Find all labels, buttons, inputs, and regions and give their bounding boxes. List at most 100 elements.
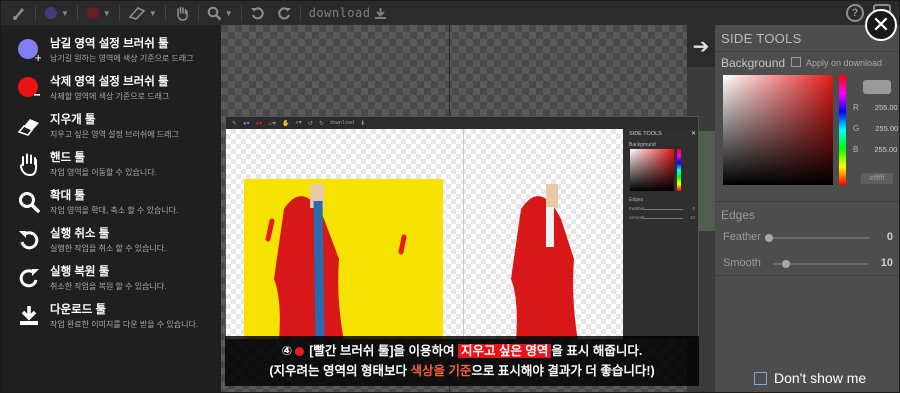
undo-button[interactable]	[244, 1, 271, 25]
undo-icon: ↺	[307, 120, 313, 127]
app-window: ▼ ▼ ▼ ▼ download ? 남길 영역 설정 브러쉬 툴 남기길 원하…	[0, 0, 900, 393]
caption-highlight: 색상을 기준	[410, 364, 472, 378]
eraser-icon: ▱▾	[268, 120, 276, 127]
close-icon: ✕	[690, 131, 696, 137]
help-title: 삭제 영역 설정 브러쉬 툴	[50, 76, 169, 88]
side-panel-toggle-button[interactable]: ➔	[687, 25, 715, 67]
download-label: download	[308, 6, 371, 20]
caption-text: 으로 표시해야 결과가 더 좋습니다!)	[471, 364, 655, 378]
smooth-slider-knob[interactable]	[782, 260, 790, 268]
toolbar-divider	[164, 5, 166, 21]
redo-button[interactable]	[271, 1, 298, 25]
zoom-icon	[207, 6, 222, 20]
smooth-label: Smooth	[723, 257, 761, 269]
help-button[interactable]: ?	[846, 4, 864, 22]
help-item-redo: 실행 복원 툴 취소한 작업을 복원 할 수 있습니다.	[17, 265, 221, 292]
side-tools-panel: SIDE TOOLS Background Apply on download …	[715, 25, 899, 392]
rgb-r-value[interactable]: 255.00	[875, 103, 898, 112]
help-icon: ?	[851, 7, 859, 19]
example-smooth-value: 10	[689, 215, 695, 220]
rgb-g-label: G	[853, 124, 860, 133]
apply-on-download-checkbox[interactable]	[791, 57, 801, 67]
edges-label: Edges	[721, 208, 756, 222]
help-item-remove-brush: 삭제 영역 설정 브러쉬 툴 삭제할 영역에 색상 기준으로 드래그	[17, 75, 221, 102]
zoom-icon	[17, 189, 41, 215]
toolbar-divider	[76, 5, 78, 21]
brush-icon: ✎	[232, 120, 238, 127]
toolbar: ▼ ▼ ▼ ▼ download ?	[1, 1, 899, 25]
brush-tool-button[interactable]	[5, 1, 33, 25]
redo-icon	[278, 6, 291, 19]
chevron-down-icon: ▼	[102, 8, 111, 18]
color-saturation-field[interactable]	[723, 75, 833, 185]
example-source-figure	[265, 184, 407, 339]
remove-brush-button[interactable]: ▼	[80, 1, 117, 25]
help-desc: 작업 완료한 이미지를 다운 받을 수 있습니다.	[50, 320, 199, 329]
example-split-divider	[463, 129, 464, 339]
example-feather-value: 0	[692, 206, 695, 211]
hue-slider[interactable]	[839, 75, 846, 185]
smooth-slider-row: Smooth 10	[723, 257, 893, 271]
panel-divider	[715, 51, 899, 52]
feather-label: Feather	[723, 231, 761, 243]
undo-icon	[17, 227, 41, 253]
example-hue-bar	[677, 149, 681, 191]
panel-divider	[715, 201, 899, 202]
tool-help-panel: + 남길 영역 설정 브러쉬 툴 남기길 원하는 영역에 색상 기준으로 드래그…	[1, 25, 221, 392]
close-button[interactable]: ✕	[865, 9, 897, 41]
color-swatch	[863, 80, 891, 94]
download-button[interactable]: download	[303, 1, 394, 25]
help-desc: 남기길 원하는 영역에 색상 기준으로 드래그	[50, 54, 194, 63]
side-tools-title: SIDE TOOLS	[721, 31, 802, 46]
rgb-g-value[interactable]: 255.00	[875, 124, 898, 133]
help-item-zoom: 확대 툴 작업 영역을 확대, 축소 할 수 있습니다.	[17, 189, 221, 216]
eraser-button[interactable]: ▼	[122, 1, 163, 25]
hand-tool-button[interactable]	[168, 1, 196, 25]
arrow-right-icon: ➔	[692, 35, 710, 58]
red-brush-minus-icon	[17, 75, 41, 101]
download-icon	[375, 7, 387, 19]
caption-text: [빨간 브러쉬 툴]을 이용하여	[309, 344, 455, 358]
hand-icon: ✋	[281, 120, 290, 127]
eraser-icon	[17, 113, 41, 139]
example-toolbar: ✎ ●▾ ●▾ ▱▾ ✋ ⌕▾ ↺ ↻ download ⬇	[226, 117, 698, 129]
help-desc: 취소한 작업을 복원 할 수 있습니다.	[50, 282, 167, 291]
download-icon	[17, 303, 41, 329]
instruction-caption: ④ [빨간 브러쉬 툴]을 이용하여 지우고 싶은 영역 을 표시 해줍니다. (지…	[225, 336, 699, 386]
feather-slider-knob[interactable]	[765, 234, 773, 242]
help-title: 실행 복원 툴	[50, 266, 110, 278]
redo-icon: ↻	[318, 120, 324, 127]
zoom-button[interactable]: ▼	[201, 1, 239, 25]
chevron-down-icon: ▼	[61, 8, 69, 18]
help-title: 실행 취소 툴	[50, 228, 110, 240]
example-result-figure	[511, 184, 578, 339]
rgb-g-row: G 255.00	[853, 124, 898, 133]
brush-icon	[13, 8, 24, 20]
dont-show-label[interactable]: Don't show me	[774, 370, 866, 386]
red-brush-icon	[86, 7, 99, 19]
feather-slider-track[interactable]	[765, 237, 870, 239]
hex-color-input[interactable]: #ffffff	[861, 173, 893, 184]
undo-icon	[250, 6, 264, 19]
download-label: download	[329, 120, 354, 126]
caption-highlight: 지우고 싶은 영역	[457, 344, 552, 358]
dont-show-checkbox[interactable]	[754, 372, 767, 385]
help-title: 핸드 툴	[50, 152, 85, 164]
rgb-b-row: B 255.00	[853, 145, 897, 154]
example-edges-label: Edges	[629, 197, 644, 203]
feather-slider-row: Feather 0	[723, 231, 893, 245]
rgb-r-row: R 255.00	[853, 103, 898, 112]
zoom-icon: ⌕▾	[295, 120, 302, 126]
toolbar-divider	[197, 5, 199, 21]
rgb-b-value[interactable]: 255.00	[874, 145, 897, 154]
example-feather-row: Feather 0	[629, 206, 695, 211]
help-item-undo: 실행 취소 툴 실행한 작업을 취소 할 수 있습니다.	[17, 227, 221, 254]
help-desc: 작업 영역을 확대, 축소 할 수 있습니다.	[50, 206, 179, 215]
help-item-download: 다운로드 툴 작업 완료한 이미지를 다운 받을 수 있습니다.	[17, 303, 221, 330]
close-icon: ✕	[871, 12, 891, 37]
eraser-icon	[128, 7, 146, 20]
keep-brush-button[interactable]: ▼	[38, 1, 75, 25]
help-title: 다운로드 툴	[50, 304, 107, 316]
help-desc: 작업 영역을 이동할 수 있습니다.	[50, 168, 157, 177]
download-icon: ⬇	[359, 120, 365, 127]
